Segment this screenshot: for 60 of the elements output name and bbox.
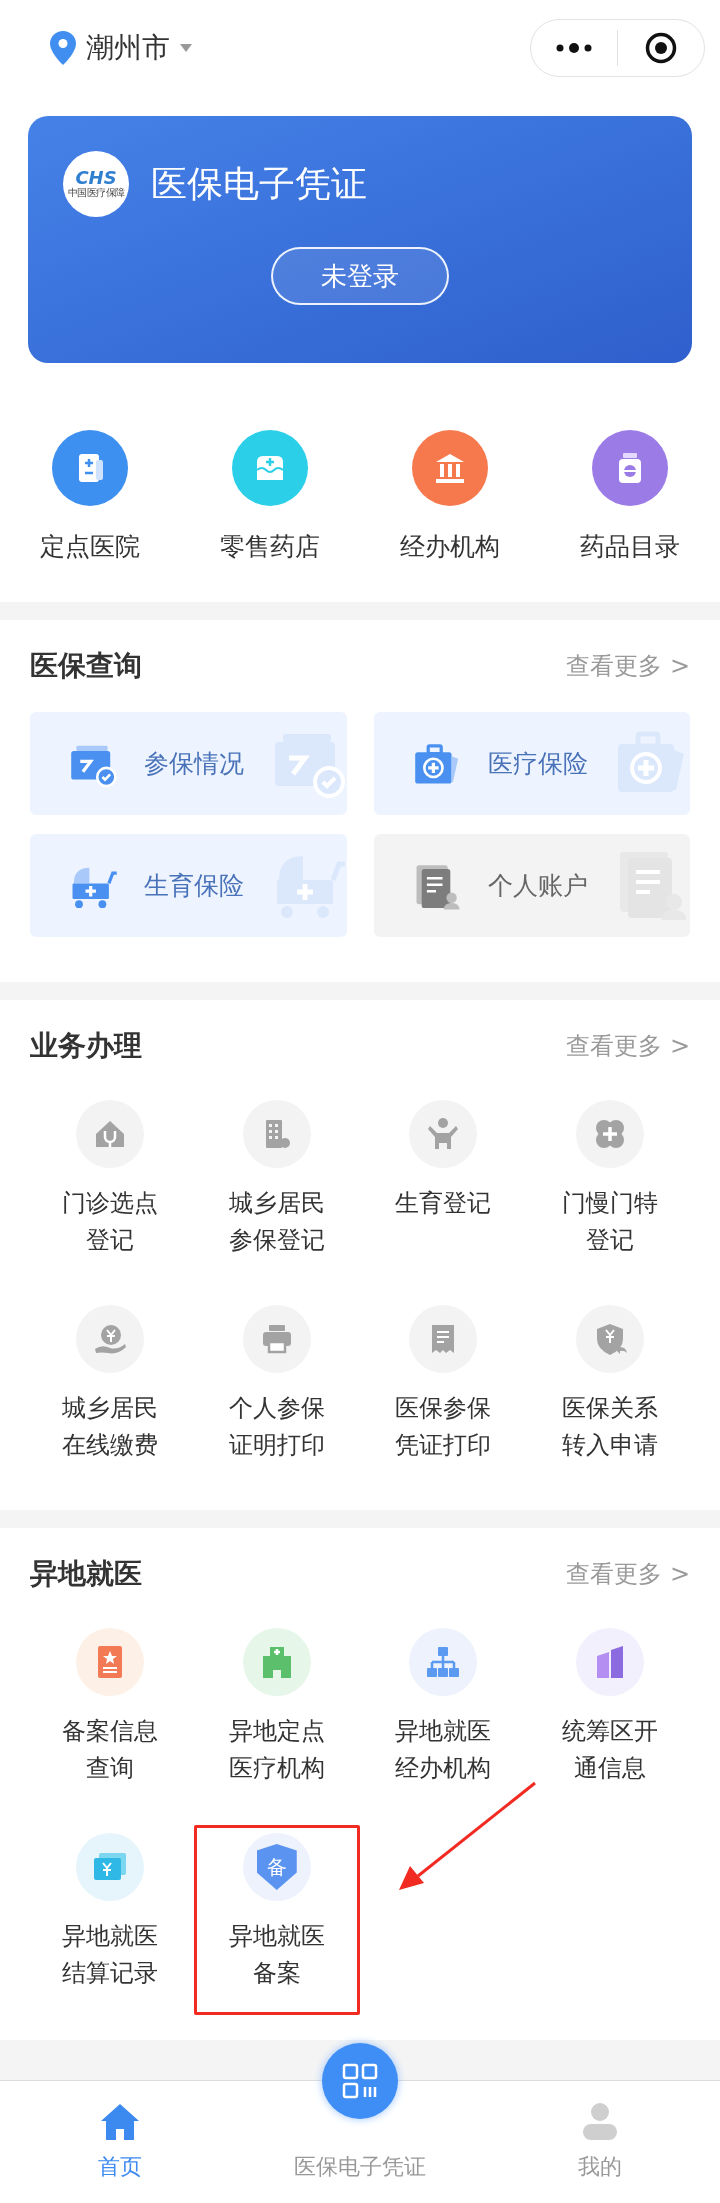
logo-mark: CHS: [75, 169, 117, 187]
service-label: 医保关系转入申请: [560, 1393, 659, 1461]
dropdown-caret-icon: [180, 44, 192, 52]
service-tile[interactable]: 城乡居民参保登记: [193, 1092, 360, 1282]
service-tile[interactable]: 异地就医经办机构: [360, 1620, 527, 1810]
service-label: 门诊选点登记: [61, 1188, 160, 1256]
qr-code-icon: [340, 2061, 380, 2101]
service-tile[interactable]: 备案信息查询: [27, 1620, 194, 1810]
service-tile[interactable]: 医保关系转入申请: [526, 1297, 693, 1487]
service-label: 门慢门特登记: [560, 1188, 659, 1256]
query-label: 参保情况: [144, 747, 244, 780]
section-title: 业务办理: [30, 1028, 142, 1064]
quick-link-label: 经办机构: [400, 531, 500, 563]
service-tile[interactable]: 统筹区开通信息: [526, 1620, 693, 1810]
query-card[interactable]: 参保情况: [30, 712, 347, 815]
quick-link-label: 零售药店: [220, 531, 320, 563]
service-tile[interactable]: 异地定点医疗机构: [193, 1620, 360, 1810]
city-selector[interactable]: 潮州市: [86, 27, 170, 69]
service-label: 城乡居民在线缴费: [61, 1393, 160, 1461]
nav-label: 我的: [578, 2153, 622, 2181]
section-title: 医保查询: [30, 648, 142, 684]
quick-link[interactable]: 经办机构: [360, 430, 540, 602]
service-label: 统筹区开通信息: [560, 1716, 659, 1784]
service-tile[interactable]: 生育登记: [360, 1092, 527, 1282]
section-title: 异地就医: [30, 1556, 142, 1592]
service-tile[interactable]: 备 异地就医备案: [193, 1825, 360, 2015]
service-label: 备案信息查询: [61, 1716, 160, 1784]
service-tile[interactable]: 门慢门特登记: [526, 1092, 693, 1282]
service-label: 异地定点医疗机构: [227, 1716, 326, 1784]
service-label: 生育登记: [394, 1188, 493, 1219]
service-label: 个人参保证明打印: [227, 1393, 326, 1461]
service-label: 异地就医备案: [227, 1921, 326, 1989]
home-icon: [101, 2104, 139, 2140]
service-tile[interactable]: 门诊选点登记: [27, 1092, 194, 1282]
shield-icon: 备: [256, 1844, 297, 1890]
service-tile[interactable]: 医保参保凭证打印: [360, 1297, 527, 1487]
service-label: 城乡居民参保登记: [227, 1188, 326, 1256]
service-tile[interactable]: 异地就医结算记录: [27, 1825, 194, 2015]
query-label: 生育保险: [144, 869, 244, 902]
service-tile[interactable]: 个人参保证明打印: [193, 1297, 360, 1487]
quick-link-label: 药品目录: [580, 531, 680, 563]
query-card[interactable]: 医疗保险: [373, 712, 690, 815]
query-label: 个人账户: [487, 869, 588, 902]
card-title: 医保电子凭证: [151, 162, 367, 206]
query-card[interactable]: 生育保险: [30, 834, 347, 937]
service-label: 医保参保凭证打印: [394, 1393, 493, 1461]
query-label: 医疗保险: [487, 747, 588, 780]
login-button[interactable]: 未登录: [271, 247, 449, 305]
qr-code-button[interactable]: [322, 2043, 398, 2119]
service-tile[interactable]: 城乡居民在线缴费: [27, 1297, 194, 1487]
location-pin-icon: [50, 31, 76, 65]
quick-link-label: 定点医院: [40, 531, 140, 563]
logo-name: 中国医疗保障: [67, 187, 125, 199]
nav-label: 首页: [98, 2153, 142, 2181]
quick-link[interactable]: 定点医院: [0, 430, 180, 602]
quick-link[interactable]: 零售药店: [180, 430, 360, 602]
service-label: 异地就医结算记录: [61, 1921, 160, 1989]
service-label: 异地就医经办机构: [394, 1716, 493, 1784]
person-icon: [583, 2102, 617, 2140]
quick-link[interactable]: 药品目录: [540, 430, 720, 602]
